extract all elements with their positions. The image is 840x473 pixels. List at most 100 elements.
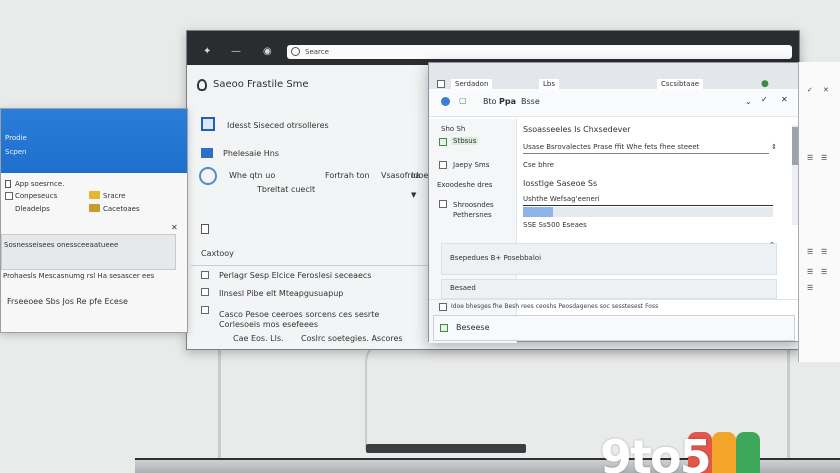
checkbox-icon[interactable] xyxy=(439,161,447,169)
tab-3[interactable]: Cscsibtaae xyxy=(657,79,704,89)
search-icon[interactable] xyxy=(199,167,217,185)
input-field-2[interactable]: Ushthe Wefsag'eeneri xyxy=(523,193,773,206)
address-bar[interactable]: Searce xyxy=(287,45,792,59)
info-card-1[interactable]: Bsepedues B+ Posebbaloi xyxy=(441,243,777,275)
right-window: ✓ ✕ ☰ ☰ ☰ ☰ ☰ ☰ ☰ xyxy=(798,62,840,362)
left-row-1[interactable]: App soesrnce. xyxy=(15,180,64,188)
bulb-icon xyxy=(197,79,207,91)
checkbox-icon[interactable] xyxy=(439,303,447,311)
front-toolbar: ▢ Bto Ppa Bsse ⌄ ✓ ✕ xyxy=(429,89,798,117)
back-row-3b: Fortrah ton xyxy=(325,171,370,180)
input-field-2-value: Ushthe Wefsag'eeneri xyxy=(523,195,600,203)
folder-icon xyxy=(89,191,100,199)
info-card-2-text: Besaed xyxy=(450,284,476,292)
toolbar-label-2[interactable]: Ppa xyxy=(499,97,516,106)
left-window: Prodie Scpen App soesrnce. Conpeseucs Sr… xyxy=(0,108,188,333)
list-item-1[interactable]: Perlagr Sesp Elcice Feroslesi seceaecs xyxy=(219,271,371,280)
bottom-action-button[interactable]: Beseese xyxy=(433,315,795,341)
close-icon[interactable]: ✕ xyxy=(823,86,829,94)
app-icon xyxy=(5,192,13,200)
chevron-down-icon[interactable]: ⌄ xyxy=(745,97,752,106)
watermark-logo: 9to5 xyxy=(600,430,712,473)
field-label-3: Iosstlge Saseoe Ss xyxy=(523,179,598,188)
back-row-1[interactable]: Idesst Siseced otrsolleres xyxy=(227,121,329,130)
input-field-1-value: Usase Bsrovalectes Prase ffit Whe fets f… xyxy=(523,143,700,151)
sidebar-item-1[interactable]: Sho Sh xyxy=(441,125,465,133)
progress-bar-fill xyxy=(523,207,553,217)
menu-icon[interactable]: ☰ xyxy=(807,268,813,276)
menu-icon[interactable]: ☰ xyxy=(807,284,813,292)
tab-1[interactable]: Serdadon xyxy=(451,79,493,89)
logo-block-orange xyxy=(712,432,736,473)
field-label-2: Cse bhre xyxy=(523,161,554,169)
header-line-1: Prodie xyxy=(5,134,27,142)
left-list-item-1[interactable]: Sosnesseisees onessceeaatueee xyxy=(4,241,118,249)
chevron-down-icon[interactable]: ▼ xyxy=(411,191,416,199)
list-item-icon xyxy=(201,306,209,314)
left-row-5[interactable]: Cacetoaes xyxy=(103,205,140,213)
back-row-4: Tbreltat cueclt xyxy=(257,185,316,194)
status-bar: Idoe bhesges fhe Besh rees ceoshs Peosda… xyxy=(429,299,800,313)
field-label-4: SSE Ss500 Eseaes xyxy=(523,221,587,229)
toolbar-title: Bsse xyxy=(521,97,540,106)
status-dot-icon: ● xyxy=(761,79,769,89)
chevron-up-icon[interactable]: ⌃ xyxy=(769,241,775,249)
logo-block-green xyxy=(736,432,760,473)
laptop-hinge xyxy=(366,444,526,453)
checkmark-icon[interactable]: ✓ xyxy=(761,95,768,104)
settings-icon[interactable]: ◉ xyxy=(263,46,272,57)
status-text: Idoe bhesges fhe Besh rees ceoshs Peosda… xyxy=(451,303,659,310)
left-row-4[interactable]: Dleadelps xyxy=(15,205,50,213)
dropdown-icon[interactable]: ⇕ xyxy=(771,143,777,151)
sidebar-item-5[interactable]: Shroosndes xyxy=(453,201,494,209)
chat-icon xyxy=(201,148,213,158)
grid-icon xyxy=(201,117,215,131)
close-icon[interactable]: ✕ xyxy=(781,95,788,104)
globe-icon xyxy=(291,47,300,56)
sparkle-icon[interactable]: ✦ xyxy=(203,46,211,57)
field-label-1: Ssoasseeles Is Chxsedever xyxy=(523,125,631,134)
sidebar-item-3[interactable]: Jaepy Sms xyxy=(453,161,489,169)
checkbox-icon[interactable] xyxy=(439,200,447,208)
input-field-1[interactable]: Usase Bsrovalectes Prase ffit Whe fets f… xyxy=(523,141,769,154)
front-window: Serdadon Lbs Cscsibtaae ● ▢ Bto Ppa Bsse… xyxy=(428,62,800,343)
sidebar-item-2[interactable]: Stbsus xyxy=(451,137,479,145)
list-item-3[interactable]: Casco Pesoe ceeroes sorcens ces sesrte xyxy=(219,310,379,319)
progress-bar xyxy=(523,207,773,217)
info-card-2[interactable]: Besaed xyxy=(441,279,777,299)
left-list-item-2[interactable]: Prohaesls Mescasnumg rsl Ha sesascer ees xyxy=(3,272,154,280)
list-item-icon xyxy=(201,288,209,296)
menu-icon[interactable]: ☰ xyxy=(821,154,827,162)
checkbox-icon[interactable] xyxy=(439,138,447,146)
back-row-3d: Idoe xyxy=(411,171,429,180)
left-footer[interactable]: Frseeoee Sbs Jos Re pfe Ecese xyxy=(7,297,128,306)
tab-2[interactable]: Lbs xyxy=(539,79,559,89)
list-item-5[interactable]: Cae Eos. Lls. xyxy=(233,334,284,343)
minimize-icon[interactable]: — xyxy=(231,46,241,57)
menu-icon[interactable]: ☰ xyxy=(821,268,827,276)
list-item-4[interactable]: Corlesoeis mos esefeees xyxy=(219,320,318,329)
back-row-2[interactable]: Phelesaie Hns xyxy=(223,149,279,158)
menu-icon[interactable]: ☰ xyxy=(807,154,813,162)
list-item-icon xyxy=(201,271,209,279)
back-toolbar: Saeoo Frastile Sme xyxy=(187,65,435,111)
left-row-3[interactable]: Sracre xyxy=(103,192,126,200)
sidebar-item-4[interactable]: Exoodeshe dres xyxy=(437,181,492,189)
menu-icon[interactable]: ☰ xyxy=(821,248,827,256)
left-row-2[interactable]: Conpeseucs xyxy=(15,192,57,200)
menu-icon[interactable]: ☰ xyxy=(807,248,813,256)
left-window-header: Prodie Scpen xyxy=(1,109,187,173)
left-list-box[interactable]: Sosnesseisees onessceeaatueee xyxy=(1,234,176,270)
back-row-3a: Whe qtn uo xyxy=(229,171,276,180)
sidebar-item-6[interactable]: Pethersnes xyxy=(453,211,492,219)
tab-bar: Serdadon Lbs Cscsibtaae ● xyxy=(429,63,798,89)
box-icon[interactable]: ▢ xyxy=(459,96,467,105)
checkmark-icon[interactable]: ✓ xyxy=(807,86,813,94)
account-icon[interactable] xyxy=(441,97,450,106)
file-icon xyxy=(5,180,11,188)
toolbar-label-1[interactable]: Bto xyxy=(483,97,497,106)
list-item-6[interactable]: Coslrc soetegies. Ascores xyxy=(301,334,403,343)
back-toolbar-title: Saeoo Frastile Sme xyxy=(213,79,309,90)
close-icon[interactable]: ✕ xyxy=(171,223,178,232)
list-item-2[interactable]: Ilnsesl Pibe elt Mteapgusuapup xyxy=(219,289,343,298)
